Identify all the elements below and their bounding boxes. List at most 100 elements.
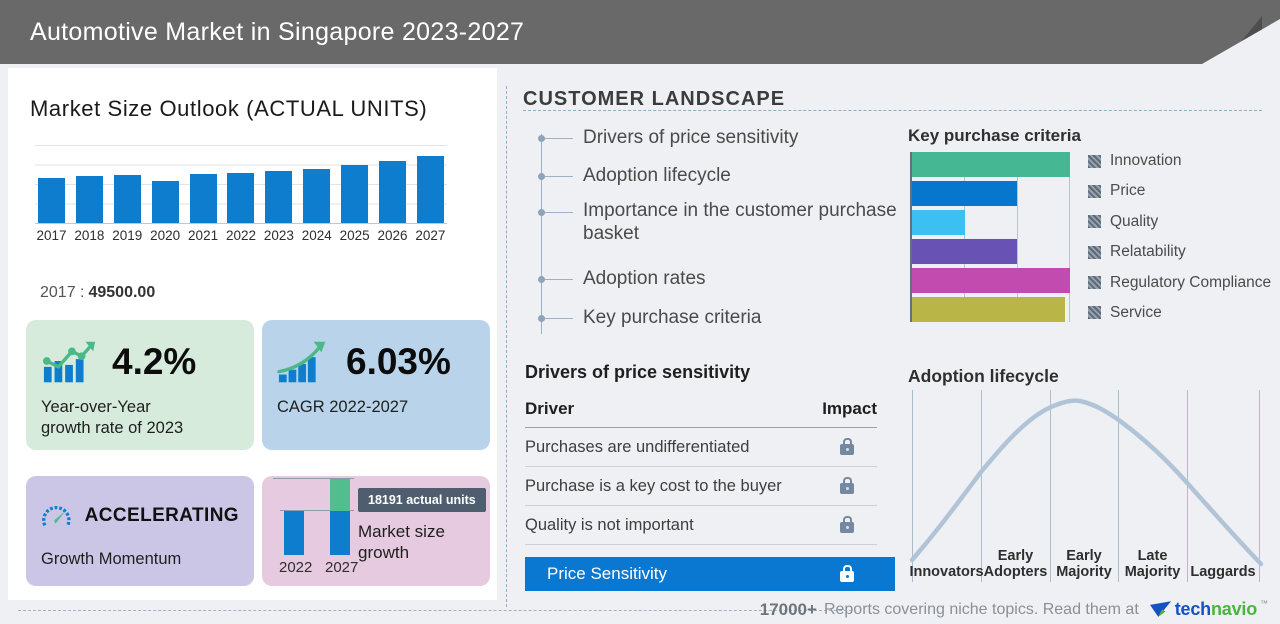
legend-swatch-icon: [1088, 154, 1101, 168]
growth-label-2022: 2022: [279, 559, 313, 576]
footer-divider: [18, 610, 852, 611]
adoption-lifecycle-chart: Innovators Early Adopters Early Majority La…: [908, 390, 1280, 585]
criteria-bar: [912, 268, 1070, 293]
market-size-chart: [35, 145, 447, 224]
growth-momentum-box: ACCELERATING Growth Momentum: [26, 476, 254, 586]
legend-swatch-icon: [1088, 184, 1101, 198]
base-year-label: 2017 :: [40, 284, 85, 301]
list-item: Adoption rates: [538, 260, 897, 298]
criteria-bar: [912, 297, 1065, 322]
x-tick-label: 2019: [112, 228, 143, 243]
list-item: Key purchase criteria: [538, 298, 897, 338]
legend-item: Relatability: [1088, 243, 1271, 261]
momentum-status: ACCELERATING: [84, 505, 239, 526]
criteria-bar: [912, 181, 1017, 206]
lock-icon: [840, 477, 854, 494]
vertical-divider: [506, 86, 507, 607]
trademark-symbol: ™: [1260, 599, 1268, 608]
technavio-mark-icon: [1149, 601, 1171, 617]
cagr-value: 6.03%: [346, 341, 451, 382]
price-sensitivity-table: Drivers of price sensitivity Driver Impa…: [525, 362, 895, 591]
bar-chart-trend-icon: [42, 341, 96, 383]
key-purchase-criteria-chart: [910, 152, 1070, 322]
legend-label: Service: [1110, 303, 1162, 321]
report-count: 17000+: [759, 599, 817, 619]
lock-icon: [840, 565, 854, 582]
impact-column-header: Impact: [822, 399, 877, 418]
adoption-lifecycle-title: Adoption lifecycle: [908, 366, 1059, 386]
market-bar-2017: [38, 178, 65, 223]
x-tick-label: 2022: [225, 228, 256, 243]
market-growth-box: 2022 2027 18191 actual units Market size…: [262, 476, 490, 586]
stat-boxes: 4.2% Year-over-Year growth rate of 2023 …: [26, 320, 490, 586]
legend-item: Innovation: [1088, 152, 1271, 170]
lock-icon: [840, 438, 854, 455]
driver-cell: Purchases are undifferentiated: [525, 437, 750, 456]
yoy-growth-value: 4.2%: [112, 341, 197, 382]
market-bar-2018: [75, 176, 103, 223]
legend-swatch-icon: [1088, 276, 1101, 290]
market-bar-2021: [189, 174, 217, 223]
header-bar: Automotive Market in Singapore 2023-2027: [0, 0, 1280, 64]
cagr-box: 6.03% CAGR 2022-2027: [262, 320, 490, 450]
technavio-logo[interactable]: tech navio ™: [1149, 599, 1268, 620]
x-tick-label: 2026: [377, 228, 408, 243]
driver-column-header: Driver: [525, 399, 575, 418]
market-bar-2022: [227, 173, 255, 223]
legend-label: Relatability: [1110, 243, 1186, 261]
price-sensitivity-highlight-row: Price Sensitivity: [525, 557, 895, 591]
legend-swatch-icon: [1088, 215, 1101, 229]
speedometer-icon: [42, 506, 71, 526]
logo-tech-text: tech: [1174, 599, 1211, 619]
legend-item: Regulatory Compliance: [1088, 274, 1271, 292]
growth-bar-2027-increment: [330, 479, 350, 511]
criteria-bar: [912, 239, 1017, 264]
key-purchase-criteria-title: Key purchase criteria: [908, 126, 1081, 145]
x-tick-label: 2021: [188, 228, 219, 243]
table-row: Purchases are undifferentiated: [525, 428, 877, 467]
lock-icon: [840, 516, 854, 533]
growth-bar-2022: [284, 511, 304, 555]
growth-caption: Market size growth: [358, 522, 445, 563]
x-tick-label: 2024: [301, 228, 332, 243]
customer-landscape-list: Drivers of price sensitivity Adoption li…: [538, 120, 897, 338]
list-item: Drivers of price sensitivity: [538, 120, 897, 156]
customer-landscape-title: CUSTOMER LANDSCAPE: [523, 88, 786, 110]
stage-label: Innovators: [909, 564, 984, 581]
rising-bars-arrow-icon: [277, 341, 326, 383]
market-size-chart-ticks: 2017 2018 2019 2020 2021 2022 2023 2024 2025 2026…: [35, 228, 447, 243]
driver-cell: Quality is not important: [525, 515, 694, 534]
x-tick-label: 2020: [150, 228, 181, 243]
x-tick-label: 2017: [36, 228, 67, 243]
key-purchase-criteria-legend: Innovation Price Quality Relatability Regula…: [1088, 152, 1271, 322]
table-row: Quality is not important: [525, 506, 877, 545]
table-rows: Purchases are undifferentiated Purchase i…: [525, 428, 895, 545]
growth-bar-2027: [330, 511, 350, 555]
stage-label: Early Majority: [1056, 547, 1112, 581]
growth-units-badge: 18191 actual units: [358, 488, 486, 512]
legend-item: Service: [1088, 304, 1271, 322]
x-tick-label: 2027: [415, 228, 446, 243]
table-row: Purchase is a key cost to the buyer: [525, 467, 877, 506]
footer: 17000+ Reports covering niche topics. Re…: [760, 599, 1268, 620]
x-tick-label: 2018: [74, 228, 105, 243]
list-item: Adoption lifecycle: [538, 156, 897, 196]
legend-swatch-icon: [1088, 245, 1101, 259]
cagr-label: CAGR 2022-2027: [277, 398, 409, 416]
criteria-bar: [912, 152, 1070, 177]
page-title: Automotive Market in Singapore 2023-2027: [30, 18, 525, 46]
table-title: Drivers of price sensitivity: [525, 362, 751, 382]
market-bar-2019: [113, 175, 141, 223]
footer-text: Reports covering niche topics. Read them…: [823, 600, 1139, 618]
market-growth-mini-chart: 2022 2027: [272, 478, 359, 576]
list-item: Importance in the customer purchase bask…: [538, 196, 897, 260]
market-size-card: Market Size Outlook (ACTUAL UNITS) 2017 2…: [8, 68, 497, 600]
market-size-title: Market Size Outlook (ACTUAL UNITS): [30, 96, 428, 121]
legend-item: Price: [1088, 182, 1271, 200]
x-tick-label: 2023: [263, 228, 294, 243]
legend-label: Regulatory Compliance: [1110, 273, 1272, 291]
momentum-label: Growth Momentum: [41, 550, 182, 568]
yoy-growth-box: 4.2% Year-over-Year growth rate of 2023: [26, 320, 254, 450]
growth-label-2027: 2027: [325, 559, 359, 576]
corner-fold: [1202, 19, 1280, 64]
